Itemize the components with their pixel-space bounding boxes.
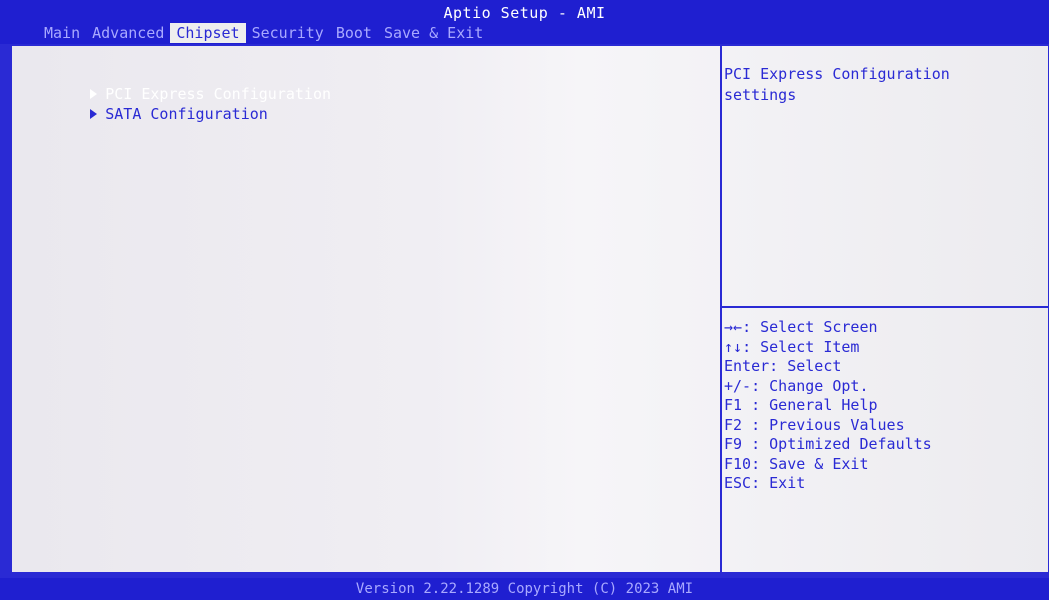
hotkey-general-help: F1 : General Help [724,396,878,414]
hotkey-key: F10 [724,454,752,473]
hotkey-key: +/- [724,376,752,395]
hotkey-change-opt: +/-: Change Opt. [724,376,869,395]
menu-item-label: PCI Express Configuration [105,85,332,103]
hotkey-key: F1 [724,396,752,414]
main-panel: PCI Express Configuration SATA Configura… [10,44,1049,574]
tab-boot[interactable]: Boot [330,23,378,43]
hotkey-key: Enter [724,357,770,375]
help-panel: PCI Express Configuration settings [724,64,1044,106]
hotkey-desc: General Help [769,396,878,414]
submenu-arrow-icon [90,89,98,99]
app-title: Aptio Setup - AMI [443,4,606,22]
submenu-arrow-icon [90,109,98,119]
hotkey-desc: Change Opt. [769,376,869,395]
hotkey-save-exit: F10: Save & Exit [724,454,869,473]
tab-main[interactable]: Main [38,23,86,43]
vertical-divider [720,46,722,574]
hotkey-desc: Select [787,357,842,375]
hotkey-key: ESC [724,474,752,492]
hotkey-enter: Enter: Select [724,357,842,375]
hotkey-desc: Select Screen [760,318,878,336]
hotkey-key: F2 [724,415,752,434]
hotkey-desc: Select Item [760,337,860,356]
horizontal-divider [722,306,1049,308]
hotkey-key: →← [724,318,743,336]
hotkey-desc: Save & Exit [769,454,869,473]
tab-chipset[interactable]: Chipset [170,23,246,43]
bios-screen: Aptio Setup - AMI Main Advanced Chipset … [0,0,1049,600]
hotkey-select-item: ↑↓: Select Item [724,337,860,356]
header-bar: Aptio Setup - AMI Main Advanced Chipset … [0,0,1049,44]
hotkey-legend: →←: Select Screen ↑↓: Select Item Enter:… [724,318,1044,494]
tab-save-exit[interactable]: Save & Exit [378,23,489,43]
tab-bar: Main Advanced Chipset Security Boot Save… [38,23,489,43]
hotkey-desc: Exit [769,474,806,492]
help-text-line: PCI Express Configuration [724,65,950,83]
version-footer: Version 2.22.1289 Copyright (C) 2023 AMI [0,578,1049,600]
menu-item-pci-express-configuration[interactable]: PCI Express Configuration [18,64,331,103]
menu-item-label: SATA Configuration [105,105,268,123]
hotkey-exit: ESC: Exit [724,474,806,492]
hotkey-key: ↑↓ [724,337,743,356]
hotkey-desc: Previous Values [769,415,905,434]
tab-advanced[interactable]: Advanced [86,23,170,43]
hotkey-key: F9 [724,435,752,453]
help-text-line: settings [724,86,797,104]
hotkey-desc: Optimized Defaults [769,435,932,453]
hotkey-previous-values: F2 : Previous Values [724,415,905,434]
menu-list: PCI Express Configuration SATA Configura… [18,64,331,123]
hotkey-optimized-defaults: F9 : Optimized Defaults [724,435,932,453]
tab-security[interactable]: Security [246,23,330,43]
hotkey-select-screen: →←: Select Screen [724,318,878,336]
